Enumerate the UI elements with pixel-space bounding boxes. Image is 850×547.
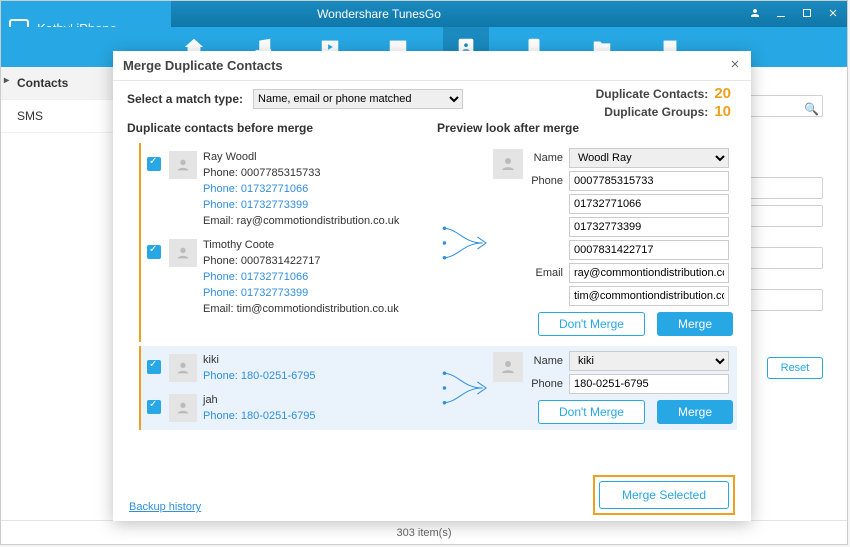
behind-field-1[interactable] bbox=[743, 177, 823, 199]
contact-line: Email: ray@commotiondistribution.co.uk bbox=[203, 213, 399, 229]
contact-line: Phone: 01732771066 bbox=[203, 181, 399, 197]
checkbox[interactable] bbox=[147, 245, 161, 259]
match-type-select[interactable]: Name, email or phone matched bbox=[253, 89, 463, 109]
reset-button[interactable]: Reset bbox=[767, 357, 823, 379]
group: Ray WoodlPhone: 0007785315733Phone: 0173… bbox=[139, 143, 737, 342]
phone-input[interactable] bbox=[569, 217, 729, 237]
group: kikiPhone: 180-0251-6795jahPhone: 180-02… bbox=[139, 346, 737, 430]
contact-name: kiki bbox=[203, 352, 316, 368]
status-count: 303 item(s) bbox=[396, 527, 451, 539]
dup-groups-value: 10 bbox=[714, 103, 731, 120]
phone-input[interactable] bbox=[569, 194, 729, 214]
merge-dialog: Merge Duplicate Contacts Select a match … bbox=[113, 51, 751, 521]
contact-name: jah bbox=[203, 392, 316, 408]
contact-name: Timothy Coote bbox=[203, 237, 399, 253]
maximize-icon[interactable] bbox=[801, 7, 813, 22]
checkbox[interactable] bbox=[147, 400, 161, 414]
duplicate-contact: Timothy CootePhone: 0007831422717Phone: … bbox=[141, 233, 441, 321]
contact-line: Phone: 0007785315733 bbox=[203, 165, 399, 181]
behind-field-4[interactable] bbox=[743, 289, 823, 311]
dont-merge-button[interactable]: Don't Merge bbox=[538, 400, 645, 424]
behind-field-2[interactable] bbox=[743, 205, 823, 227]
phone-input[interactable] bbox=[569, 171, 729, 191]
avatar-icon bbox=[493, 149, 523, 179]
contact-line: Email: tim@commotiondistribution.co.uk bbox=[203, 301, 399, 317]
groups-list[interactable]: Ray WoodlPhone: 0007785315733Phone: 0173… bbox=[127, 139, 737, 479]
phone-input[interactable] bbox=[569, 374, 729, 394]
name-select[interactable]: kiki bbox=[569, 351, 729, 371]
minimize-icon[interactable] bbox=[775, 7, 787, 22]
preview: NamekikiPhone Don't Merge Merge bbox=[493, 348, 737, 428]
statusbar: 303 item(s) bbox=[1, 520, 847, 544]
contact-line: Phone: 01732773399 bbox=[203, 285, 399, 301]
duplicate-contact: kikiPhone: 180-0251-6795 bbox=[141, 348, 441, 388]
user-icon[interactable] bbox=[749, 7, 761, 22]
dialog-close-icon[interactable] bbox=[729, 58, 741, 73]
dup-groups-label: Duplicate Groups: bbox=[604, 105, 708, 119]
name-label: Name bbox=[531, 152, 569, 164]
avatar-icon bbox=[169, 354, 197, 382]
merge-button[interactable]: Merge bbox=[657, 400, 733, 424]
email-input[interactable] bbox=[569, 263, 729, 283]
dup-contacts-label: Duplicate Contacts: bbox=[596, 87, 709, 101]
email-label: Email bbox=[531, 267, 569, 279]
name-label: Name bbox=[531, 355, 569, 367]
checkbox[interactable] bbox=[147, 157, 161, 171]
phone-label: Phone bbox=[531, 175, 569, 187]
contact-name: Ray Woodl bbox=[203, 149, 399, 165]
section-before-label: Duplicate contacts before merge bbox=[127, 121, 437, 135]
contact-line: Phone: 0007831422717 bbox=[203, 253, 399, 269]
dont-merge-button[interactable]: Don't Merge bbox=[538, 312, 645, 336]
behind-field-3[interactable] bbox=[743, 247, 823, 269]
avatar-icon bbox=[169, 394, 197, 422]
checkbox[interactable] bbox=[147, 360, 161, 374]
email-input[interactable] bbox=[569, 286, 729, 306]
merge-arrow-icon bbox=[441, 348, 493, 428]
dup-contacts-value: 20 bbox=[714, 85, 731, 102]
contact-line: Phone: 01732771066 bbox=[203, 269, 399, 285]
merge-button[interactable]: Merge bbox=[657, 312, 733, 336]
merge-arrow-icon bbox=[441, 145, 493, 340]
avatar-icon bbox=[169, 151, 197, 179]
match-type-label: Select a match type: bbox=[127, 92, 243, 106]
section-after-label: Preview look after merge bbox=[437, 121, 737, 135]
search-input[interactable] bbox=[743, 95, 823, 117]
close-icon[interactable] bbox=[827, 7, 839, 22]
preview: NameWoodl RayPhone Email Don't Merge Merge bbox=[493, 145, 737, 340]
avatar-icon bbox=[169, 239, 197, 267]
phone-input[interactable] bbox=[569, 240, 729, 260]
name-select[interactable]: Woodl Ray bbox=[569, 148, 729, 168]
duplicate-contact: jahPhone: 180-0251-6795 bbox=[141, 388, 441, 428]
backup-history-link[interactable]: Backup history bbox=[129, 501, 201, 513]
duplicate-contact: Ray WoodlPhone: 0007785315733Phone: 0173… bbox=[141, 145, 441, 233]
phone-label: Phone bbox=[531, 378, 569, 390]
merge-selected-highlight: Merge Selected bbox=[593, 475, 735, 515]
contact-line: Phone: 180-0251-6795 bbox=[203, 368, 316, 384]
contact-line: Phone: 01732773399 bbox=[203, 197, 399, 213]
dialog-title: Merge Duplicate Contacts bbox=[123, 58, 283, 73]
contact-line: Phone: 180-0251-6795 bbox=[203, 408, 316, 424]
merge-selected-button[interactable]: Merge Selected bbox=[599, 481, 729, 509]
avatar-icon bbox=[493, 352, 523, 382]
